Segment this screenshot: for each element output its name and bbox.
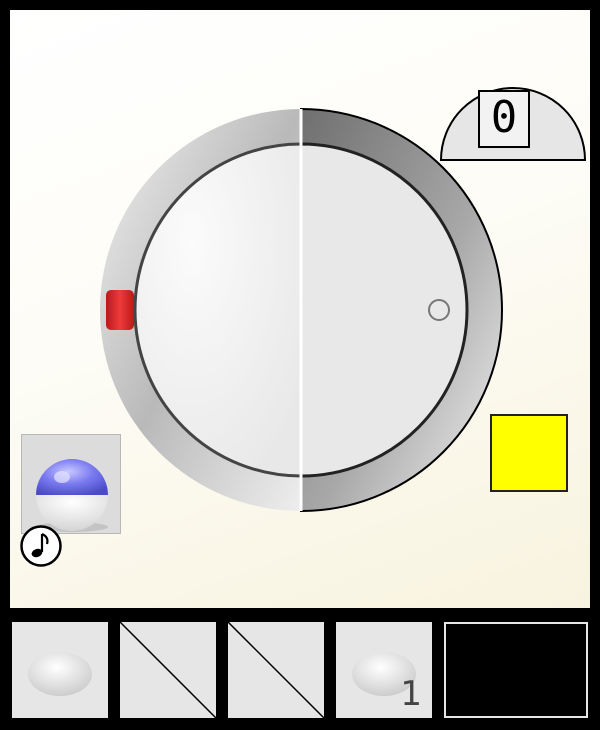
yellow-indicator[interactable] (490, 414, 568, 492)
red-marker (106, 290, 134, 330)
empty-slot-icon (228, 622, 324, 718)
empty-slot-icon (120, 622, 216, 718)
counter-digit: 0 (478, 90, 530, 148)
blue-white-orb-icon (36, 459, 108, 532)
map-panel[interactable] (444, 622, 588, 718)
inventory-slot-2[interactable] (120, 622, 216, 718)
music-note-icon[interactable] (20, 525, 62, 567)
inventory-slot-1[interactable] (12, 622, 108, 718)
inventory-slot-3[interactable] (228, 622, 324, 718)
inventory-bar: 1 (0, 618, 600, 730)
white-pebble-icon (28, 652, 92, 696)
slot-count: 1 (400, 674, 422, 714)
inventory-slot-4[interactable]: 1 (336, 622, 432, 718)
orb-tile[interactable] (21, 434, 121, 534)
